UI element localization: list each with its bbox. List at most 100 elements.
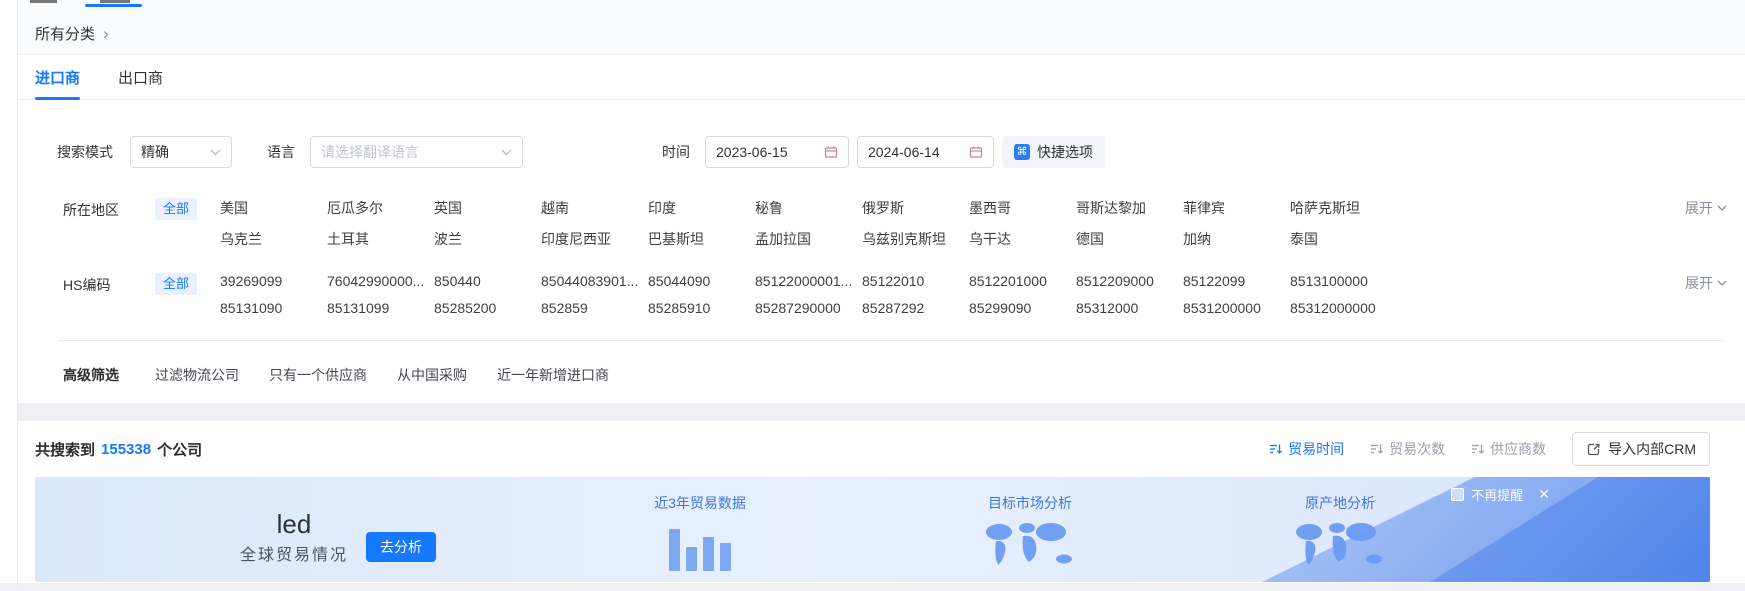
- hscode-item[interactable]: 85285910: [648, 300, 755, 316]
- feature-target-market: 目标市场分析: [955, 493, 1105, 571]
- region-item[interactable]: 波兰: [434, 229, 541, 249]
- hscode-item[interactable]: 85122010: [862, 273, 969, 289]
- hscode-item[interactable]: 85312000: [1076, 300, 1183, 316]
- filter-row-hscode: HS编码 全部 39269099 76042990000... 850440 8…: [18, 273, 1745, 316]
- advanced-option-buy-from-china[interactable]: 从中国采购: [397, 365, 467, 385]
- region-item[interactable]: 美国: [220, 198, 327, 218]
- analyze-button[interactable]: 去分析: [366, 532, 436, 562]
- chevron-down-icon: [210, 149, 221, 156]
- region-item[interactable]: 土耳其: [327, 229, 434, 249]
- quick-options-button[interactable]: ⌘ 快捷选项: [1002, 136, 1105, 168]
- chevron-down-icon: [1717, 280, 1727, 286]
- region-grid: 美国 厄瓜多尔 英国 越南 印度 秘鲁 俄罗斯 墨西哥 哥斯达黎加 菲律宾 哈萨…: [220, 198, 1397, 249]
- sort-icon: [1370, 442, 1384, 456]
- search-mode-select[interactable]: 精确: [130, 136, 232, 168]
- date-end-input[interactable]: 2024-06-14: [857, 136, 994, 168]
- region-expand-button[interactable]: 展开: [1685, 198, 1745, 218]
- hscode-all-tag[interactable]: 全部: [155, 273, 197, 295]
- import-crm-button[interactable]: 导入内部CRM: [1572, 432, 1710, 466]
- hscode-item[interactable]: 852859: [541, 300, 648, 316]
- results-suffix: 个公司: [157, 439, 202, 460]
- region-item[interactable]: 加纳: [1183, 229, 1290, 249]
- hscode-item[interactable]: 8512201000: [969, 273, 1076, 289]
- breadcrumb[interactable]: 所有分类 ›: [35, 23, 109, 44]
- feature-label: 目标市场分析: [988, 493, 1072, 513]
- region-item[interactable]: 俄罗斯: [862, 198, 969, 218]
- language-placeholder: 请选择翻译语言: [321, 142, 419, 162]
- region-item[interactable]: 墨西哥: [969, 198, 1076, 218]
- region-item[interactable]: 乌兹别克斯坦: [862, 229, 969, 249]
- search-keyword: led: [277, 510, 312, 538]
- region-item[interactable]: 印度尼西亚: [541, 229, 648, 249]
- results-count: 共搜索到 155338 个公司: [35, 439, 202, 460]
- hscode-item[interactable]: 8512209000: [1076, 273, 1183, 289]
- banner-subtitle: 全球贸易情况: [240, 541, 348, 565]
- breadcrumb-label: 所有分类: [35, 23, 95, 44]
- sort-trade-time[interactable]: 贸易时间: [1269, 439, 1344, 459]
- search-mode-label: 搜索模式: [57, 142, 117, 162]
- hscode-item[interactable]: 85312000000: [1290, 300, 1397, 316]
- advanced-option-filter-logistics[interactable]: 过滤物流公司: [155, 365, 239, 385]
- language-select[interactable]: 请选择翻译语言: [310, 136, 523, 168]
- hscode-item[interactable]: 76042990000...: [327, 273, 434, 289]
- hscode-item[interactable]: 85299090: [969, 300, 1076, 316]
- results-prefix: 共搜索到: [35, 439, 95, 460]
- region-item[interactable]: 孟加拉国: [755, 229, 862, 249]
- results-number: 155338: [101, 441, 151, 458]
- hscode-item[interactable]: 8531200000: [1183, 300, 1290, 316]
- tab-exporter[interactable]: 出口商: [118, 55, 163, 99]
- advanced-option-new-importers[interactable]: 近一年新增进口商: [497, 365, 609, 385]
- hscode-item[interactable]: 85044090: [648, 273, 755, 289]
- banner-bars: [669, 521, 731, 571]
- dont-remind-checkbox[interactable]: [1451, 488, 1464, 501]
- region-item[interactable]: 厄瓜多尔: [327, 198, 434, 218]
- top-tab-remnant: [30, 0, 57, 3]
- region-item[interactable]: 英国: [434, 198, 541, 218]
- hscode-item[interactable]: 85287292: [862, 300, 969, 316]
- hscode-item[interactable]: 85122000001...: [755, 273, 862, 289]
- region-item[interactable]: 哥斯达黎加: [1076, 198, 1183, 218]
- hscode-label: HS编码: [63, 273, 135, 295]
- date-start-input[interactable]: 2023-06-15: [705, 136, 849, 168]
- tab-importer[interactable]: 进口商: [35, 55, 80, 99]
- hscode-item[interactable]: 8513100000: [1290, 273, 1397, 289]
- hscode-item[interactable]: 85285200: [434, 300, 541, 316]
- hscode-expand-button[interactable]: 展开: [1685, 273, 1745, 293]
- tab-bar: 进口商 出口商: [18, 55, 1745, 100]
- advanced-option-single-supplier[interactable]: 只有一个供应商: [269, 365, 367, 385]
- search-mode-value: 精确: [141, 142, 169, 162]
- sort-supplier-count[interactable]: 供应商数: [1471, 439, 1546, 459]
- region-item[interactable]: 巴基斯坦: [648, 229, 755, 249]
- hscode-item[interactable]: 85131099: [327, 300, 434, 316]
- region-item[interactable]: 泰国: [1290, 229, 1397, 249]
- region-item[interactable]: 乌克兰: [220, 229, 327, 249]
- region-item[interactable]: 秘鲁: [755, 198, 862, 218]
- close-icon[interactable]: ✕: [1538, 486, 1550, 503]
- section-gap: [18, 403, 1745, 421]
- category-bar: 所有分类 ›: [18, 0, 1745, 55]
- sort-trade-count[interactable]: 贸易次数: [1370, 439, 1445, 459]
- region-item[interactable]: 乌干达: [969, 229, 1076, 249]
- language-label: 语言: [267, 142, 295, 162]
- sort-icon: [1471, 442, 1485, 456]
- hscode-item[interactable]: 850440: [434, 273, 541, 289]
- region-item[interactable]: 德国: [1076, 229, 1183, 249]
- region-item[interactable]: 越南: [541, 198, 648, 218]
- hscode-item[interactable]: 85122099: [1183, 273, 1290, 289]
- dismiss-row: 不再提醒 ✕: [1451, 485, 1550, 504]
- region-item[interactable]: 哈萨克斯坦: [1290, 198, 1397, 218]
- world-map-graphic: [980, 519, 1080, 571]
- region-all-tag[interactable]: 全部: [155, 198, 197, 220]
- analysis-banner: led 全球贸易情况 去分析 近3年贸易数据 目标市场分析 原产地分析: [35, 477, 1710, 582]
- hscode-item[interactable]: 85131090: [220, 300, 327, 316]
- feature-label: 原产地分析: [1305, 493, 1375, 513]
- region-item[interactable]: 菲律宾: [1183, 198, 1290, 218]
- banner-keyword-block: led 全球贸易情况 去分析: [240, 510, 436, 565]
- hscode-item[interactable]: 85044083901...: [541, 273, 648, 289]
- region-item[interactable]: 印度: [648, 198, 755, 218]
- hscode-item[interactable]: 39269099: [220, 273, 327, 289]
- hscode-item[interactable]: 85287290000: [755, 300, 862, 316]
- filters-panel: 搜索模式 精确 语言 请选择翻译语言 时间 2023-06-15 2024-06…: [18, 100, 1745, 403]
- date-start-value: 2023-06-15: [716, 144, 788, 160]
- filter-row-basic: 搜索模式 精确 语言 请选择翻译语言 时间 2023-06-15 2024-06…: [18, 100, 1745, 168]
